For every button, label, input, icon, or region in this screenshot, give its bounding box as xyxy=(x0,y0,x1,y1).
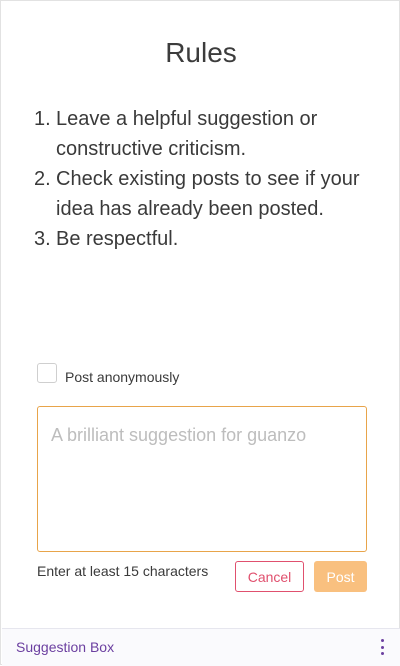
rule-item: 2. Check existing posts to see if your i… xyxy=(34,164,374,224)
widget-frame: Rules 1. Leave a helpful suggestion or c… xyxy=(0,0,400,666)
rule-text: Check existing posts to see if your idea… xyxy=(56,168,360,220)
suggestion-input[interactable] xyxy=(37,406,367,552)
post-anonymously-checkbox[interactable] xyxy=(37,363,57,383)
rules-list: 1. Leave a helpful suggestion or constru… xyxy=(34,104,374,254)
rule-number: 3. xyxy=(34,228,51,250)
kebab-dot xyxy=(380,645,384,649)
footer-bar: Suggestion Box xyxy=(2,628,400,666)
footer-title: Suggestion Box xyxy=(16,639,115,655)
kebab-dot xyxy=(380,639,384,642)
rule-item: 1. Leave a helpful suggestion or constru… xyxy=(34,104,374,164)
cancel-button[interactable]: Cancel xyxy=(235,561,304,592)
rule-text: Leave a helpful suggestion or constructi… xyxy=(56,108,318,160)
rule-item: 3. Be respectful. xyxy=(34,224,374,254)
kebab-dot xyxy=(380,652,384,655)
rule-number: 1. xyxy=(34,108,51,130)
kebab-menu-icon[interactable] xyxy=(380,639,384,655)
rule-text: Be respectful. xyxy=(56,228,179,250)
rule-number: 2. xyxy=(34,168,51,190)
post-button[interactable]: Post xyxy=(314,561,367,592)
character-hint: Enter at least 15 characters xyxy=(37,563,209,579)
page-title: Rules xyxy=(165,37,237,68)
post-anonymously-row: Post anonymously xyxy=(37,362,179,385)
post-anonymously-label[interactable]: Post anonymously xyxy=(65,369,179,385)
